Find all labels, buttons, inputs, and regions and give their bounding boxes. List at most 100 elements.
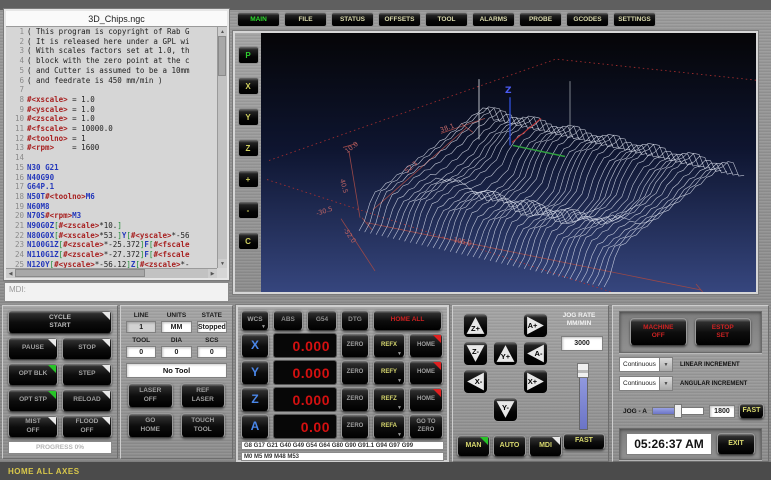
refz-button[interactable]: REFZ▼ [373, 387, 405, 412]
jog-a-plus-button[interactable]: A+ [523, 313, 548, 338]
jog-rate-slider-handle[interactable] [577, 363, 589, 378]
reload-button[interactable]: RELOAD [62, 389, 112, 412]
jog-a-slider[interactable] [652, 407, 704, 415]
jog-y-minus-button[interactable]: Y- [493, 397, 518, 422]
mist-off-button[interactable]: MIST OFF [8, 415, 58, 438]
wcs-button[interactable]: WCS▼ [241, 310, 269, 331]
linear-increment-select[interactable]: Continuous ▼ [619, 357, 673, 372]
scroll-right-icon[interactable]: ▶ [208, 269, 217, 278]
laser-off-button[interactable]: LASER OFF [128, 383, 173, 408]
mode-man-button[interactable]: MAN [457, 435, 490, 457]
gcode-line: 22N80G0X[#<xscale>*53.]Y[#<yscale>*-56 [7, 231, 217, 241]
scroll-down-icon[interactable]: ▼ [218, 259, 227, 268]
home-z-button[interactable]: HOME [409, 387, 443, 412]
estop-set-button[interactable]: ESTOP SET [695, 318, 752, 346]
jog-z-minus-button[interactable]: Z- [463, 341, 488, 366]
refy-button[interactable]: REFY▼ [373, 360, 405, 385]
horizontal-scroll-thumb[interactable] [15, 269, 145, 277]
go-to-zero-a-button[interactable]: GO TO ZERO [409, 414, 443, 439]
preview-3d-canvas[interactable]: 10.0 40.5 -30.5 -52.0 105.0 52.3 38.1 Z [261, 33, 756, 292]
g54-button[interactable]: G54 [307, 310, 337, 331]
button-led [102, 391, 110, 399]
tab-file[interactable]: FILE [284, 12, 327, 27]
vertical-scroll-thumb[interactable] [218, 36, 226, 76]
jog-x-minus-button[interactable]: X- [463, 369, 488, 394]
axis-z-button[interactable]: Z [241, 387, 269, 412]
jog-rate-slider[interactable] [579, 364, 588, 430]
line-value: 1 [126, 321, 156, 333]
preview-button-zoom-in[interactable]: + [238, 170, 259, 188]
opt-blk-button[interactable]: OPT BLK [8, 363, 58, 386]
angular-increment-select[interactable]: Continuous ▼ [619, 376, 673, 391]
preview-button-clear[interactable]: C [238, 232, 259, 250]
axis-a-button[interactable]: A [241, 414, 269, 439]
flood-off-button[interactable]: FLOOD OFF [62, 415, 112, 438]
pause-button[interactable]: PAUSE [8, 337, 58, 360]
tab-probe[interactable]: PROBE [519, 12, 562, 27]
jog-fast-button[interactable]: FAST [563, 433, 605, 450]
gcode-line: 23N100G1Z[#<zscale>*-25.372]F[#<fscale [7, 240, 217, 250]
cycle-start-button[interactable]: CYCLE START [8, 310, 112, 334]
zero-a-button[interactable]: ZERO [341, 414, 369, 439]
machine-off-button[interactable]: MACHINE OFF [630, 318, 687, 346]
jog-a-minus-button[interactable]: A- [523, 341, 548, 366]
jog-a-slider-handle[interactable] [674, 404, 682, 418]
tab-gcodes[interactable]: GCODES [566, 12, 609, 27]
axis-y-button[interactable]: Y [241, 360, 269, 385]
tab-alarms[interactable]: ALARMS [472, 12, 515, 27]
exit-button[interactable]: EXIT [717, 433, 755, 455]
gcode-line: 11#<fscale> = 10000.0 [7, 124, 217, 134]
zero-x-button[interactable]: ZERO [341, 333, 369, 358]
abs-button[interactable]: ABS [273, 310, 303, 331]
mode-mdi-button[interactable]: MDI [529, 435, 562, 457]
preview-button-x-view[interactable]: X [238, 77, 259, 95]
mdi-input[interactable]: MDI: [4, 282, 229, 302]
tab-status[interactable]: STATUS [331, 12, 374, 27]
mode-auto-button[interactable]: AUTO [493, 435, 526, 457]
power-button-frame: MACHINE OFF ESTOP SET [619, 311, 762, 353]
gcode-vertical-scrollbar[interactable]: ▲ ▼ [217, 27, 227, 268]
zero-y-button[interactable]: ZERO [341, 360, 369, 385]
home-x-button[interactable]: HOME [409, 333, 443, 358]
go-home-button[interactable]: GO HOME [128, 413, 173, 438]
chevron-down-icon[interactable]: ▼ [659, 377, 672, 390]
axis-x-button[interactable]: X [241, 333, 269, 358]
button-led [102, 365, 110, 373]
touch-tool-button[interactable]: TOUCH TOOL [181, 413, 226, 438]
jog-a-rate-input[interactable]: 1800 [709, 405, 735, 418]
jog-a-fast-button[interactable]: FAST [739, 403, 764, 419]
tab-tool[interactable]: TOOL [425, 12, 468, 27]
jog-rate-input[interactable]: 3000 [561, 336, 603, 351]
scroll-up-icon[interactable]: ▲ [218, 27, 227, 36]
tab-bar: MAIN FILE STATUS OFFSETS TOOL ALARMS PROBE GCOD… [237, 12, 656, 29]
jog-y-plus-button[interactable]: Y+ [493, 341, 518, 366]
preview-button-perspective[interactable]: P [238, 46, 259, 64]
opt-stp-button[interactable]: OPT STP [8, 389, 58, 412]
chevron-down-icon[interactable]: ▼ [659, 358, 672, 371]
tab-settings[interactable]: SETTINGS [613, 12, 656, 27]
step-button[interactable]: STEP [62, 363, 112, 386]
preview-button-zoom-out[interactable]: - [238, 201, 259, 219]
preview-button-z-view[interactable]: Z [238, 139, 259, 157]
gcode-horizontal-scrollbar[interactable]: ◀ ▶ [6, 268, 217, 278]
home-y-button[interactable]: HOME [409, 360, 443, 385]
tab-offsets[interactable]: OFFSETS [378, 12, 421, 27]
refa-button[interactable]: REFA▼ [373, 414, 405, 439]
jog-button-label: A- [524, 342, 547, 365]
machine-panel: MACHINE OFF ESTOP SET Continuous ▼ LINEA… [612, 305, 769, 462]
stop-button[interactable]: STOP [62, 337, 112, 360]
ref-laser-button[interactable]: REF LASER [181, 383, 226, 408]
jog-x-plus-button[interactable]: X+ [523, 369, 548, 394]
preview-button-y-view[interactable]: Y [238, 108, 259, 126]
dtg-button[interactable]: DTG [341, 310, 369, 331]
refx-button[interactable]: REFX▼ [373, 333, 405, 358]
gcode-source-view[interactable]: 1( This program is copyright of Rab G2( … [7, 27, 217, 268]
home-all-button[interactable]: HOME ALL [373, 310, 442, 331]
zero-z-button[interactable]: ZERO [341, 387, 369, 412]
scroll-left-icon[interactable]: ◀ [6, 269, 15, 278]
angular-increment-row: Continuous ▼ ANGULAR INCREMENT [619, 376, 747, 391]
dro-row-x: X0.000ZEROREFX▼HOME [241, 333, 444, 358]
jog-z-plus-button[interactable]: Z+ [463, 313, 488, 338]
tab-main[interactable]: MAIN [237, 12, 280, 27]
tool-value: 0 [126, 346, 156, 358]
